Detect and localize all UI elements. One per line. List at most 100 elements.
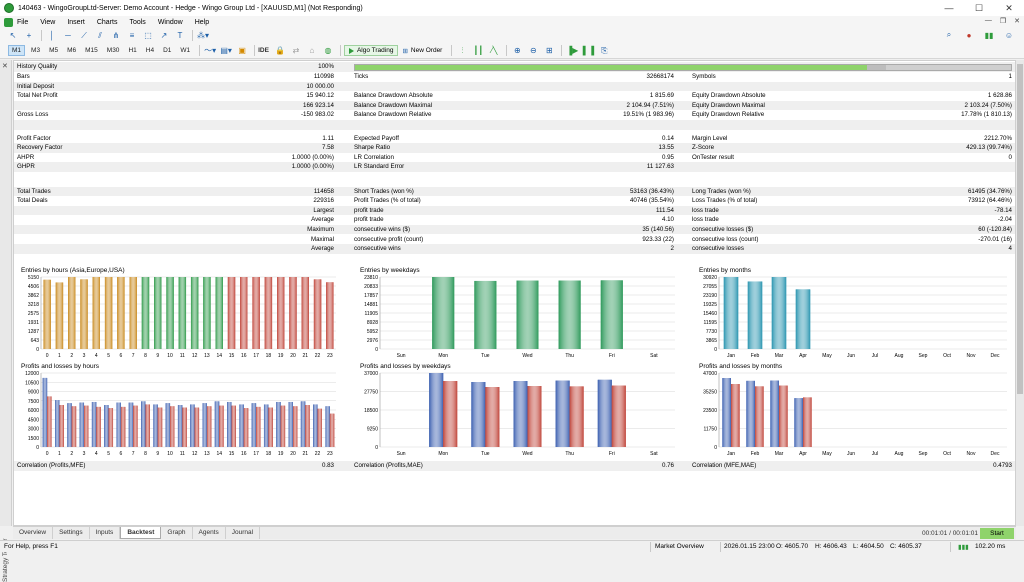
scrollbar-thumb[interactable] <box>1017 64 1023 394</box>
bar-shine <box>227 401 232 447</box>
maximize-button[interactable]: ☐ <box>964 0 994 16</box>
account-icon[interactable]: ☺ <box>1002 29 1016 41</box>
lock-icon[interactable]: 🔒 <box>273 45 287 57</box>
bar-shine <box>96 406 101 447</box>
market-icon[interactable]: ⌂ <box>305 45 319 57</box>
bar-shine <box>305 405 310 447</box>
tf-m1[interactable]: M1 <box>8 45 26 56</box>
ide-button[interactable]: IDE <box>258 47 269 54</box>
objects-menu-icon[interactable]: ⁂▾ <box>196 30 210 42</box>
stat-value: 19.51% (1 983.96) <box>623 111 674 119</box>
mdi-close-icon[interactable]: ✕ <box>1014 17 1020 25</box>
stat-value: 53163 (36.43%) <box>629 187 674 195</box>
arrow-icon[interactable]: ↗ <box>157 30 171 42</box>
zoom-out-icon[interactable]: ⊖ <box>526 45 540 57</box>
signals-icon[interactable]: ⇄ <box>289 45 303 57</box>
stat-value: 4.10 <box>661 216 674 224</box>
x-tick-label: 3 <box>83 451 86 457</box>
mdi-minimize-icon[interactable]: — <box>985 17 992 25</box>
mdi-controls: — ❐ ✕ <box>985 17 1020 25</box>
tab-settings[interactable]: Settings <box>53 527 90 539</box>
tf-m3[interactable]: M3 <box>28 46 43 55</box>
tile-windows-icon[interactable]: ⊞ <box>542 45 556 57</box>
x-tick-label: Sat <box>650 353 658 359</box>
cursor-icon[interactable]: ↖ <box>6 30 20 42</box>
menu-charts[interactable]: Charts <box>97 19 118 26</box>
menu-file[interactable]: File <box>17 19 28 26</box>
menu-insert[interactable]: Insert <box>67 19 85 26</box>
vertical-line-icon[interactable]: │ <box>45 30 59 42</box>
horizontal-line-icon[interactable]: ─ <box>61 30 75 42</box>
notifications-icon[interactable]: ● <box>962 29 976 41</box>
menu-window[interactable]: Window <box>158 19 183 26</box>
status-market-overview[interactable]: Market Overview <box>655 543 704 550</box>
tf-w1[interactable]: W1 <box>177 46 193 55</box>
profiles-icon[interactable]: ▣ <box>235 45 249 57</box>
tf-m30[interactable]: M30 <box>104 46 123 55</box>
channel-icon[interactable]: ⫽ <box>93 30 107 42</box>
bar-shine <box>264 277 273 349</box>
bar-shine <box>516 280 539 349</box>
stat-label: Z-Score <box>692 144 715 152</box>
tester-tabs: Overview Settings Inputs Backtest Graph … <box>13 526 1016 539</box>
bar-shine <box>108 408 114 447</box>
tab-journal[interactable]: Journal <box>226 527 261 539</box>
screenshot-icon[interactable]: ⎘ <box>597 45 611 57</box>
tf-m15[interactable]: M15 <box>82 46 101 55</box>
x-tick-label: 4 <box>95 353 98 359</box>
bar-shine <box>722 378 731 447</box>
chart-shift-icon[interactable]: ▌▐ <box>581 45 595 57</box>
tab-overview[interactable]: Overview <box>13 527 54 539</box>
x-tick-label: 20 <box>290 353 296 359</box>
y-tick-label: 18500 <box>364 408 378 414</box>
tf-d1[interactable]: D1 <box>160 46 174 55</box>
bar-chart-icon[interactable]: ⫶ <box>455 45 469 57</box>
crosshair-icon[interactable]: + <box>22 30 36 42</box>
tab-inputs[interactable]: Inputs <box>90 527 121 539</box>
bar-shine <box>313 279 322 349</box>
templates-icon[interactable]: ▤▾ <box>219 45 233 57</box>
shapes-icon[interactable]: ⬚ <box>141 30 155 42</box>
tf-h4[interactable]: H4 <box>143 46 157 55</box>
indicators-icon[interactable]: 〜▾ <box>203 45 217 57</box>
vps-icon[interactable]: ◍ <box>321 45 335 57</box>
x-tick-label: Sun <box>397 353 406 359</box>
trendline-icon[interactable]: ⟋ <box>77 30 91 42</box>
mdi-restore-icon[interactable]: ❐ <box>1000 17 1006 25</box>
tab-agents[interactable]: Agents <box>193 527 226 539</box>
new-order-button[interactable]: ⊞ New Order <box>402 47 442 55</box>
zoom-in-icon[interactable]: ⊕ <box>510 45 524 57</box>
stat-label: consecutive loss (count) <box>692 235 759 243</box>
stats-row: Largest profit trade 111.54 loss trade -78.1… <box>14 205 1015 216</box>
line-chart-icon[interactable]: ⁄╲ <box>487 45 501 57</box>
candlestick-icon[interactable]: ┃┃ <box>471 45 485 57</box>
pitchfork-icon[interactable]: ⋔ <box>109 30 123 42</box>
menu-help[interactable]: Help <box>195 19 209 26</box>
close-dock-icon[interactable]: ✕ <box>2 62 8 70</box>
tab-backtest[interactable]: Backtest <box>120 527 162 539</box>
stats-row: Recovery Factor 7.58 Sharpe Ratio 13.55 Z-Sc… <box>14 143 1015 153</box>
vertical-scrollbar[interactable] <box>1016 60 1024 526</box>
x-tick-label: 5 <box>107 451 110 457</box>
tf-m5[interactable]: M5 <box>46 46 61 55</box>
menu-view[interactable]: View <box>40 19 55 26</box>
bar-shine <box>325 406 330 447</box>
y-tick-label: 3218 <box>28 302 39 308</box>
autoscroll-icon[interactable]: ▐▶ <box>565 45 579 57</box>
algo-trading-button[interactable]: Algo Trading <box>343 45 399 56</box>
text-icon[interactable]: T <box>173 30 187 42</box>
bar-shine <box>68 277 76 349</box>
tf-m6[interactable]: M6 <box>64 46 79 55</box>
chart-title: Entries by months <box>699 267 752 274</box>
start-button[interactable]: Start <box>980 528 1014 539</box>
search-icon[interactable]: ⌕ <box>942 29 956 41</box>
close-button[interactable]: ✕ <box>994 0 1024 16</box>
menu-tools[interactable]: Tools <box>129 19 145 26</box>
x-tick-label: 16 <box>241 353 247 359</box>
y-tick-label: 1287 <box>28 329 39 335</box>
tf-h1[interactable]: H1 <box>125 46 139 55</box>
minimize-button[interactable]: — <box>934 0 964 16</box>
tab-graph[interactable]: Graph <box>161 527 193 539</box>
bar-shine <box>326 282 334 349</box>
fibonacci-icon[interactable]: ≡ <box>125 30 139 42</box>
